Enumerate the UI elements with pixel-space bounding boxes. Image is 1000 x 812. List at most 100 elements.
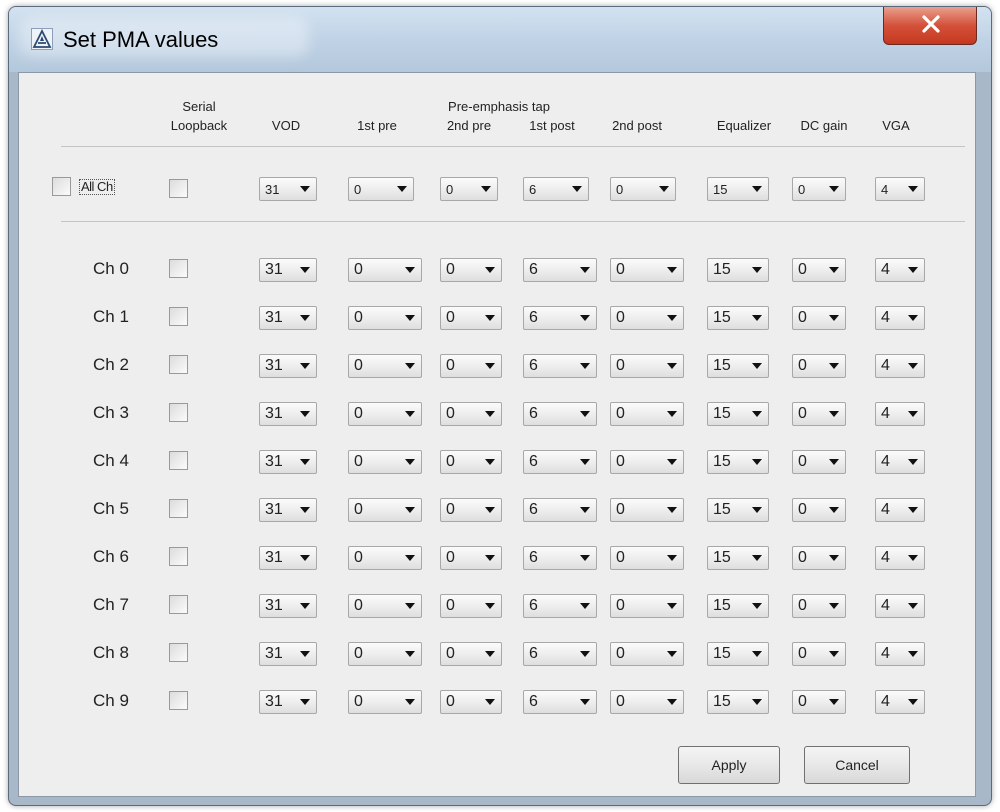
channel-vod-select[interactable]: 31 [259, 594, 317, 618]
close-button[interactable] [883, 7, 977, 45]
channel-1st-pre-select[interactable]: 0 [348, 594, 422, 618]
channel-1st-pre-select[interactable]: 0 [348, 546, 422, 570]
channel-2nd-pre-select[interactable]: 0 [440, 642, 502, 666]
channel-loopback-checkbox[interactable] [169, 547, 188, 566]
channel-vod-select[interactable]: 31 [259, 690, 317, 714]
channel-equalizer-select[interactable]: 15 [707, 450, 769, 474]
cancel-button[interactable]: Cancel [804, 746, 910, 784]
channel-equalizer-select[interactable]: 15 [707, 642, 769, 666]
apply-button[interactable]: Apply [678, 746, 780, 784]
channel-dc-gain-select[interactable]: 0 [792, 402, 846, 426]
channel-equalizer-select[interactable]: 15 [707, 306, 769, 330]
channel-2nd-post-select[interactable]: 0 [610, 354, 684, 378]
channel-loopback-checkbox[interactable] [169, 307, 188, 326]
channel-loopback-checkbox[interactable] [169, 259, 188, 278]
channel-vod-select[interactable]: 31 [259, 258, 317, 282]
channel-vga-select[interactable]: 4 [875, 690, 925, 714]
all-1st-post-select[interactable]: 6 [523, 177, 589, 201]
channel-vod-select[interactable]: 31 [259, 546, 317, 570]
channel-2nd-post-select[interactable]: 0 [610, 402, 684, 426]
channel-2nd-pre-select[interactable]: 0 [440, 258, 502, 282]
channel-loopback-checkbox[interactable] [169, 499, 188, 518]
channel-1st-pre-select[interactable]: 0 [348, 642, 422, 666]
channel-vod-select[interactable]: 31 [259, 642, 317, 666]
channel-equalizer-select[interactable]: 15 [707, 498, 769, 522]
all-equalizer-select[interactable]: 15 [707, 177, 769, 201]
channel-2nd-pre-select[interactable]: 0 [440, 594, 502, 618]
all-vga-select[interactable]: 4 [875, 177, 925, 201]
channel-loopback-checkbox[interactable] [169, 355, 188, 374]
channel-vga-select[interactable]: 4 [875, 450, 925, 474]
channel-dc-gain-select[interactable]: 0 [792, 594, 846, 618]
channel-vod-select[interactable]: 31 [259, 354, 317, 378]
channel-1st-post-select[interactable]: 6 [523, 258, 597, 282]
channel-2nd-pre-select[interactable]: 0 [440, 306, 502, 330]
channel-dc-gain-select[interactable]: 0 [792, 498, 846, 522]
channel-dc-gain-select[interactable]: 0 [792, 258, 846, 282]
all-vod-select[interactable]: 31 [259, 177, 317, 201]
channel-vod-select[interactable]: 31 [259, 450, 317, 474]
channel-vod-select[interactable]: 31 [259, 402, 317, 426]
channel-loopback-checkbox[interactable] [169, 403, 188, 422]
channel-1st-post-select[interactable]: 6 [523, 546, 597, 570]
all-ch-loopback-checkbox[interactable] [169, 179, 188, 198]
channel-1st-pre-select[interactable]: 0 [348, 690, 422, 714]
all-2nd-pre-select[interactable]: 0 [440, 177, 498, 201]
channel-1st-post-select[interactable]: 6 [523, 354, 597, 378]
channel-1st-post-select[interactable]: 6 [523, 642, 597, 666]
all-ch-checkbox[interactable] [52, 177, 71, 196]
channel-2nd-post-select[interactable]: 0 [610, 258, 684, 282]
channel-1st-post-select[interactable]: 6 [523, 402, 597, 426]
channel-2nd-post-select[interactable]: 0 [610, 546, 684, 570]
channel-2nd-post-select[interactable]: 0 [610, 594, 684, 618]
channel-2nd-pre-select[interactable]: 0 [440, 402, 502, 426]
channel-2nd-post-select[interactable]: 0 [610, 306, 684, 330]
channel-2nd-post-select[interactable]: 0 [610, 450, 684, 474]
all-dc-gain-select[interactable]: 0 [792, 177, 846, 201]
channel-2nd-pre-select[interactable]: 0 [440, 546, 502, 570]
channel-vod-select[interactable]: 31 [259, 306, 317, 330]
channel-vga-select[interactable]: 4 [875, 498, 925, 522]
channel-2nd-post-select[interactable]: 0 [610, 642, 684, 666]
channel-2nd-pre-select[interactable]: 0 [440, 450, 502, 474]
channel-vga-select[interactable]: 4 [875, 354, 925, 378]
channel-1st-pre-select[interactable]: 0 [348, 354, 422, 378]
channel-2nd-post-select[interactable]: 0 [610, 690, 684, 714]
channel-dc-gain-select[interactable]: 0 [792, 642, 846, 666]
channel-1st-post-select[interactable]: 6 [523, 594, 597, 618]
channel-equalizer-select[interactable]: 15 [707, 690, 769, 714]
channel-2nd-pre-select[interactable]: 0 [440, 690, 502, 714]
channel-equalizer-select[interactable]: 15 [707, 258, 769, 282]
channel-dc-gain-select[interactable]: 0 [792, 690, 846, 714]
channel-equalizer-select[interactable]: 15 [707, 594, 769, 618]
channel-2nd-pre-select[interactable]: 0 [440, 498, 502, 522]
channel-vga-select[interactable]: 4 [875, 402, 925, 426]
channel-equalizer-select[interactable]: 15 [707, 354, 769, 378]
title-bar[interactable]: Set PMA values [9, 7, 991, 72]
channel-equalizer-select[interactable]: 15 [707, 402, 769, 426]
channel-vga-select[interactable]: 4 [875, 594, 925, 618]
channel-loopback-checkbox[interactable] [169, 595, 188, 614]
channel-vga-select[interactable]: 4 [875, 642, 925, 666]
channel-1st-pre-select[interactable]: 0 [348, 402, 422, 426]
channel-equalizer-select[interactable]: 15 [707, 546, 769, 570]
all-2nd-post-select[interactable]: 0 [610, 177, 676, 201]
channel-2nd-pre-select[interactable]: 0 [440, 354, 502, 378]
all-ch-label[interactable]: All Ch [79, 179, 115, 195]
channel-dc-gain-select[interactable]: 0 [792, 450, 846, 474]
channel-dc-gain-select[interactable]: 0 [792, 354, 846, 378]
channel-1st-pre-select[interactable]: 0 [348, 306, 422, 330]
channel-vod-select[interactable]: 31 [259, 498, 317, 522]
channel-1st-post-select[interactable]: 6 [523, 306, 597, 330]
channel-loopback-checkbox[interactable] [169, 691, 188, 710]
channel-vga-select[interactable]: 4 [875, 306, 925, 330]
channel-dc-gain-select[interactable]: 0 [792, 306, 846, 330]
channel-vga-select[interactable]: 4 [875, 258, 925, 282]
all-1st-pre-select[interactable]: 0 [348, 177, 414, 201]
channel-1st-post-select[interactable]: 6 [523, 498, 597, 522]
channel-vga-select[interactable]: 4 [875, 546, 925, 570]
channel-dc-gain-select[interactable]: 0 [792, 546, 846, 570]
channel-loopback-checkbox[interactable] [169, 451, 188, 470]
channel-1st-pre-select[interactable]: 0 [348, 498, 422, 522]
channel-1st-post-select[interactable]: 6 [523, 690, 597, 714]
